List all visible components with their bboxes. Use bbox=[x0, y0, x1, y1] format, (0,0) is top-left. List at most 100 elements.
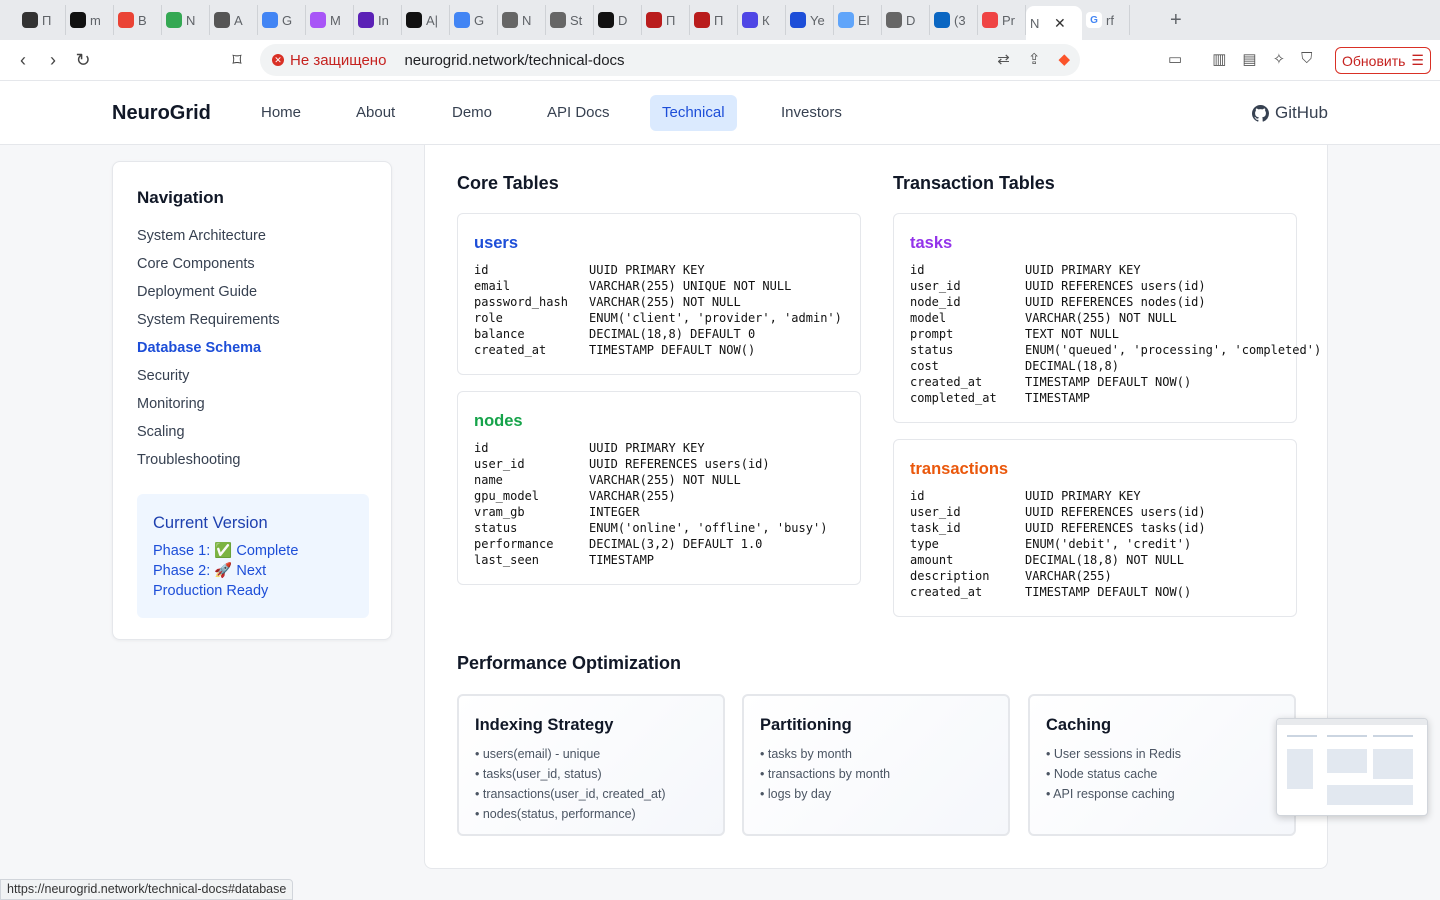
schema-row: amount DECIMAL(18,8) NOT NULL bbox=[910, 552, 1206, 568]
back-icon[interactable]: ‹ bbox=[8, 50, 38, 71]
wallet-icon[interactable]: ▤ bbox=[1242, 50, 1256, 68]
sidebar-item-database-schema[interactable]: Database Schema bbox=[137, 338, 280, 366]
update-button[interactable]: Обновить ☰ bbox=[1335, 47, 1431, 74]
sidebar-item-troubleshooting[interactable]: Troubleshooting bbox=[137, 450, 280, 478]
reload-icon[interactable]: ↻ bbox=[68, 50, 98, 71]
new-tab-icon[interactable]: + bbox=[1170, 9, 1182, 32]
browser-tab[interactable]: К bbox=[738, 5, 786, 35]
column-name: email bbox=[474, 279, 511, 293]
browser-tab[interactable]: El bbox=[834, 5, 882, 35]
linkedin-icon bbox=[934, 12, 950, 28]
sidebar-toggle-icon[interactable]: ▥ bbox=[1212, 50, 1226, 68]
sidebar-item-monitoring[interactable]: Monitoring bbox=[137, 394, 280, 422]
schema-row: model VARCHAR(255) NOT NULL bbox=[910, 310, 1321, 326]
gemini-icon bbox=[454, 12, 470, 28]
browser-tab-active[interactable]: N ✕ bbox=[1026, 6, 1082, 40]
sidebar-item-scaling[interactable]: Scaling bbox=[137, 422, 280, 450]
browser-tab[interactable]: In bbox=[354, 5, 402, 35]
schema-row: user_id UUID REFERENCES users(id) bbox=[910, 504, 1206, 520]
gmail-icon bbox=[118, 12, 134, 28]
tab-preview-thumbnail[interactable] bbox=[1276, 718, 1428, 816]
browser-tab[interactable]: G bbox=[258, 5, 306, 35]
browser-tab[interactable]: St bbox=[546, 5, 594, 35]
browser-tab[interactable]: N bbox=[498, 5, 546, 35]
address-bar[interactable]: ✕ Не защищено neurogrid.network/technica… bbox=[260, 44, 1080, 76]
nav-about[interactable]: About bbox=[344, 95, 407, 131]
vpn-shield-icon[interactable]: ⛉ bbox=[1301, 50, 1312, 68]
schema-row: user_id UUID REFERENCES users(id) bbox=[474, 456, 827, 472]
perf-card-title: Caching bbox=[1046, 716, 1112, 734]
browser-tab[interactable]: П bbox=[690, 5, 738, 35]
close-tab-icon[interactable]: ✕ bbox=[1054, 15, 1066, 32]
perf-card-partitioning: Partitioning • tasks by month • transact… bbox=[742, 694, 1010, 836]
browser-tab[interactable]: П bbox=[18, 5, 66, 35]
browser-tab[interactable]: D bbox=[882, 5, 930, 35]
perf-card-list: • tasks by month • transactions by month… bbox=[760, 744, 890, 804]
browser-tab[interactable]: m bbox=[66, 5, 114, 35]
browser-tab[interactable]: M bbox=[306, 5, 354, 35]
browser-tab[interactable]: (3 bbox=[930, 5, 978, 35]
schema-row: id UUID PRIMARY KEY bbox=[910, 488, 1206, 504]
column-type: TEXT NOT NULL bbox=[1025, 327, 1119, 341]
site-logo[interactable]: NeuroGrid bbox=[112, 102, 211, 125]
schema-tasks: id UUID PRIMARY KEY user_id UUID REFERENCES… bbox=[910, 262, 1321, 406]
schema-row: completed_at TIMESTAMP bbox=[910, 390, 1321, 406]
nav-home[interactable]: Home bbox=[249, 95, 313, 131]
grid-icon bbox=[790, 12, 806, 28]
schema-row: role ENUM('client', 'provider', 'admin') bbox=[474, 310, 842, 326]
tab-title: St bbox=[570, 12, 583, 28]
browser-tab[interactable]: G bbox=[450, 5, 498, 35]
screenshot-icon[interactable]: ▭ bbox=[1168, 50, 1182, 68]
translate-icon[interactable]: ⇄ bbox=[997, 50, 1010, 68]
share-icon[interactable]: ⇪ bbox=[1028, 50, 1041, 68]
nav-technical[interactable]: Technical bbox=[650, 95, 737, 131]
browser-tab[interactable]: Grf bbox=[1082, 5, 1130, 35]
openai-icon bbox=[406, 12, 422, 28]
perf-card-title: Partitioning bbox=[760, 716, 852, 734]
leo-ai-icon[interactable]: ✧ bbox=[1273, 50, 1286, 68]
security-label[interactable]: Не защищено bbox=[290, 52, 386, 69]
schema-row: email VARCHAR(255) UNIQUE NOT NULL bbox=[474, 278, 842, 294]
nav-demo[interactable]: Demo bbox=[440, 95, 504, 131]
sidebar-item-core-components[interactable]: Core Components bbox=[137, 254, 280, 282]
perf-card-list: • users(email) - unique • tasks(user_id,… bbox=[475, 744, 666, 824]
browser-tab[interactable]: А bbox=[210, 5, 258, 35]
sidebar-item-system-architecture[interactable]: System Architecture bbox=[137, 226, 280, 254]
browser-tab[interactable]: Ye bbox=[786, 5, 834, 35]
browser-tab[interactable]: D bbox=[594, 5, 642, 35]
sidebar-item-security[interactable]: Security bbox=[137, 366, 280, 394]
browser-tab[interactable]: П bbox=[642, 5, 690, 35]
column-type: INTEGER bbox=[589, 505, 640, 519]
table-name-transactions: transactions bbox=[910, 460, 1009, 478]
bookmark-icon[interactable]: ⌑ bbox=[222, 50, 252, 71]
nav-api-docs[interactable]: API Docs bbox=[535, 95, 622, 131]
list-item: • transactions(user_id, created_at) bbox=[475, 787, 666, 801]
site-header: NeuroGrid Home About Demo API Docs Techn… bbox=[0, 81, 1440, 145]
column-type: VARCHAR(255) bbox=[1025, 569, 1112, 583]
list-item: • users(email) - unique bbox=[475, 747, 601, 761]
forward-icon[interactable]: › bbox=[38, 50, 68, 71]
nav-investors[interactable]: Investors bbox=[769, 95, 854, 131]
hand-icon bbox=[214, 12, 230, 28]
column-name: id bbox=[910, 263, 925, 277]
github-link[interactable]: GitHub bbox=[1252, 103, 1328, 123]
sidebar-item-deployment-guide[interactable]: Deployment Guide bbox=[137, 282, 280, 310]
sidebar-item-system-requirements[interactable]: System Requirements bbox=[137, 310, 280, 338]
column-type: UUID PRIMARY KEY bbox=[589, 441, 705, 455]
column-type: UUID REFERENCES users(id) bbox=[589, 457, 770, 471]
browser-tab[interactable]: N bbox=[162, 5, 210, 35]
column-type: UUID REFERENCES users(id) bbox=[1025, 279, 1206, 293]
link-status-bar: https://neurogrid.network/technical-docs… bbox=[0, 879, 294, 900]
column-type: TIMESTAMP bbox=[589, 553, 655, 567]
github-icon bbox=[1252, 104, 1269, 122]
brave-shield-icon[interactable]: ◆ bbox=[1058, 50, 1070, 68]
column-name: created_at bbox=[910, 375, 983, 389]
globe-icon bbox=[886, 12, 902, 28]
browser-tab[interactable]: В bbox=[114, 5, 162, 35]
url-text[interactable]: neurogrid.network/technical-docs bbox=[404, 52, 624, 69]
browser-tab[interactable]: Pr bbox=[978, 5, 1026, 35]
column-name: user_id bbox=[910, 279, 961, 293]
schema-row: name VARCHAR(255) NOT NULL bbox=[474, 472, 827, 488]
tab-title: N bbox=[186, 12, 196, 28]
browser-tab[interactable]: А| bbox=[402, 5, 450, 35]
